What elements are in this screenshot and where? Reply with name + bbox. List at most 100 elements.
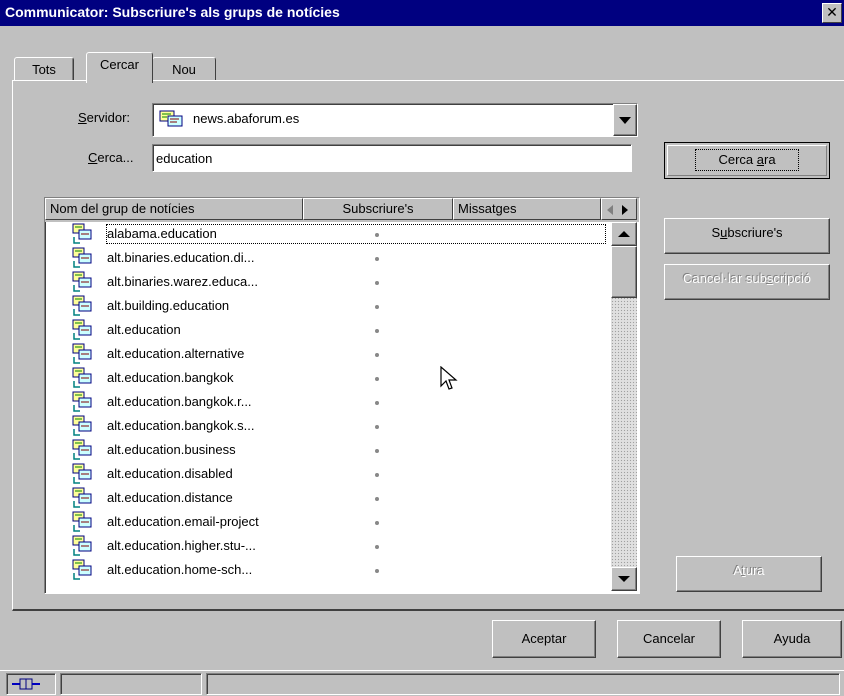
newsgroup-name: alt.education <box>107 322 181 337</box>
newsgroup-name: alt.building.education <box>107 298 230 313</box>
subscribe-toggle[interactable] <box>375 449 379 453</box>
table-row[interactable]: alt.building.education <box>45 294 611 318</box>
newsgroup-icon <box>71 343 93 365</box>
dropdown-arrow-button[interactable] <box>613 104 637 136</box>
newsgroup-name: alt.education.bangkok.r... <box>107 394 252 409</box>
newsgroup-icon <box>71 415 93 437</box>
subscribe-toggle[interactable] <box>375 473 379 477</box>
scroll-thumb[interactable] <box>611 246 637 298</box>
connection-icon <box>12 678 40 690</box>
scroll-down-button[interactable] <box>611 567 637 591</box>
column-header-subscribe[interactable]: Subscriure's <box>303 198 453 220</box>
table-row[interactable]: alt.education.bangkok <box>45 366 611 390</box>
table-row[interactable]: alt.education.business <box>45 438 611 462</box>
status-cell <box>60 673 202 695</box>
newsgroup-icon <box>71 223 93 245</box>
tab-label: Tots <box>32 62 56 77</box>
server-label: Servidor: <box>78 110 130 125</box>
table-row[interactable]: alt.education.home-sch... <box>45 558 611 582</box>
table-row[interactable]: alt.education.distance <box>45 486 611 510</box>
tab-nou[interactable]: Nou <box>152 57 216 81</box>
search-input[interactable] <box>152 144 632 172</box>
search-now-button[interactable]: Cerca ara <box>664 142 830 179</box>
subscribe-toggle[interactable] <box>375 521 379 525</box>
server-value: news.abaforum.es <box>193 111 300 126</box>
tab-cercar[interactable]: Cercar <box>86 52 153 83</box>
newsgroup-icon <box>71 535 93 557</box>
unsubscribe-button[interactable]: Cancel·lar subscripció <box>664 264 830 300</box>
window-title: Communicator: Subscriure's als grups de … <box>5 4 340 20</box>
table-row[interactable]: alt.education.bangkok.s... <box>45 414 611 438</box>
vertical-scrollbar[interactable] <box>611 222 637 591</box>
newsgroup-icon <box>71 511 93 533</box>
table-row[interactable]: alabama.education <box>45 222 611 246</box>
list-header: Nom del grup de notícies Subscriure's Mi… <box>45 198 639 222</box>
newsgroup-name: alt.education.home-sch... <box>107 562 253 577</box>
search-label-text: Cerca... <box>88 150 134 165</box>
subscribe-toggle[interactable] <box>375 305 379 309</box>
newsgroup-icon <box>71 295 93 317</box>
chevron-up-icon <box>618 231 630 237</box>
search-now-label: Cerca ara <box>695 149 799 171</box>
list-rows: alabama.education alt.binaries.education.… <box>45 222 611 582</box>
tab-tots[interactable]: Tots <box>14 57 74 81</box>
table-row[interactable]: alt.binaries.education.di... <box>45 246 611 270</box>
close-button[interactable]: ✕ <box>822 3 842 23</box>
table-row[interactable]: alt.education.disabled <box>45 462 611 486</box>
chevron-down-icon <box>619 117 631 124</box>
table-row[interactable]: alt.education.bangkok.r... <box>45 390 611 414</box>
newsgroup-icon <box>71 559 93 581</box>
accept-button[interactable]: Aceptar <box>492 620 596 658</box>
search-now-button-face: Cerca ara <box>667 145 827 176</box>
newsgroup-server-icon <box>159 109 185 132</box>
newsgroup-name: alt.education.bangkok <box>107 370 234 385</box>
newsgroup-name: alt.education.distance <box>107 490 233 505</box>
subscribe-toggle[interactable] <box>375 257 379 261</box>
subscribe-toggle[interactable] <box>375 497 379 501</box>
newsgroup-list[interactable]: Nom del grup de notícies Subscriure's Mi… <box>44 197 640 594</box>
table-row[interactable]: alt.education <box>45 318 611 342</box>
table-row[interactable]: alt.binaries.warez.educa... <box>45 270 611 294</box>
mouse-pointer-icon <box>440 366 458 390</box>
subscribe-toggle[interactable] <box>375 329 379 333</box>
table-row[interactable]: alt.education.email-project <box>45 510 611 534</box>
server-dropdown[interactable]: news.abaforum.es <box>152 103 638 137</box>
cancel-button[interactable]: Cancelar <box>617 620 721 658</box>
subscribe-toggle[interactable] <box>375 281 379 285</box>
newsgroup-icon <box>71 271 93 293</box>
column-header-messages[interactable]: Missatges <box>453 198 601 220</box>
newsgroup-icon <box>71 319 93 341</box>
title-bar: Communicator: Subscriure's als grups de … <box>0 0 844 26</box>
newsgroup-name: alt.education.alternative <box>107 346 245 361</box>
subscribe-toggle[interactable] <box>375 233 379 237</box>
newsgroup-icon <box>71 391 93 413</box>
column-scroll-buttons[interactable] <box>601 198 637 220</box>
newsgroup-icon <box>71 247 93 269</box>
newsgroup-name: alabama.education <box>106 224 606 244</box>
newsgroup-name: alt.education.business <box>107 442 236 457</box>
newsgroup-name: alt.binaries.education.di... <box>107 250 255 265</box>
newsgroup-name: alt.education.disabled <box>107 466 233 481</box>
table-row[interactable]: alt.education.alternative <box>45 342 611 366</box>
newsgroup-icon <box>71 439 93 461</box>
help-button[interactable]: Ayuda <box>742 620 842 658</box>
scroll-up-button[interactable] <box>611 222 637 246</box>
stop-button[interactable]: Atura <box>676 556 822 592</box>
subscribe-toggle[interactable] <box>375 377 379 381</box>
tab-label: Cercar <box>99 57 139 72</box>
subscribe-button[interactable]: Subscriure's <box>664 218 830 254</box>
subscribe-toggle[interactable] <box>375 569 379 573</box>
newsgroup-icon <box>71 367 93 389</box>
subscribe-toggle[interactable] <box>375 353 379 357</box>
column-header-name[interactable]: Nom del grup de notícies <box>45 198 303 220</box>
chevron-right-icon <box>622 205 628 215</box>
subscribe-toggle[interactable] <box>375 545 379 549</box>
status-bar <box>0 670 844 696</box>
subscribe-toggle[interactable] <box>375 425 379 429</box>
table-row[interactable]: alt.education.higher.stu-... <box>45 534 611 558</box>
newsgroup-name: alt.education.higher.stu-... <box>107 538 256 553</box>
subscribe-toggle[interactable] <box>375 401 379 405</box>
newsgroup-name: alt.education.email-project <box>107 514 259 529</box>
newsgroup-icon <box>71 463 93 485</box>
server-label-text: Servidor: <box>78 110 131 125</box>
